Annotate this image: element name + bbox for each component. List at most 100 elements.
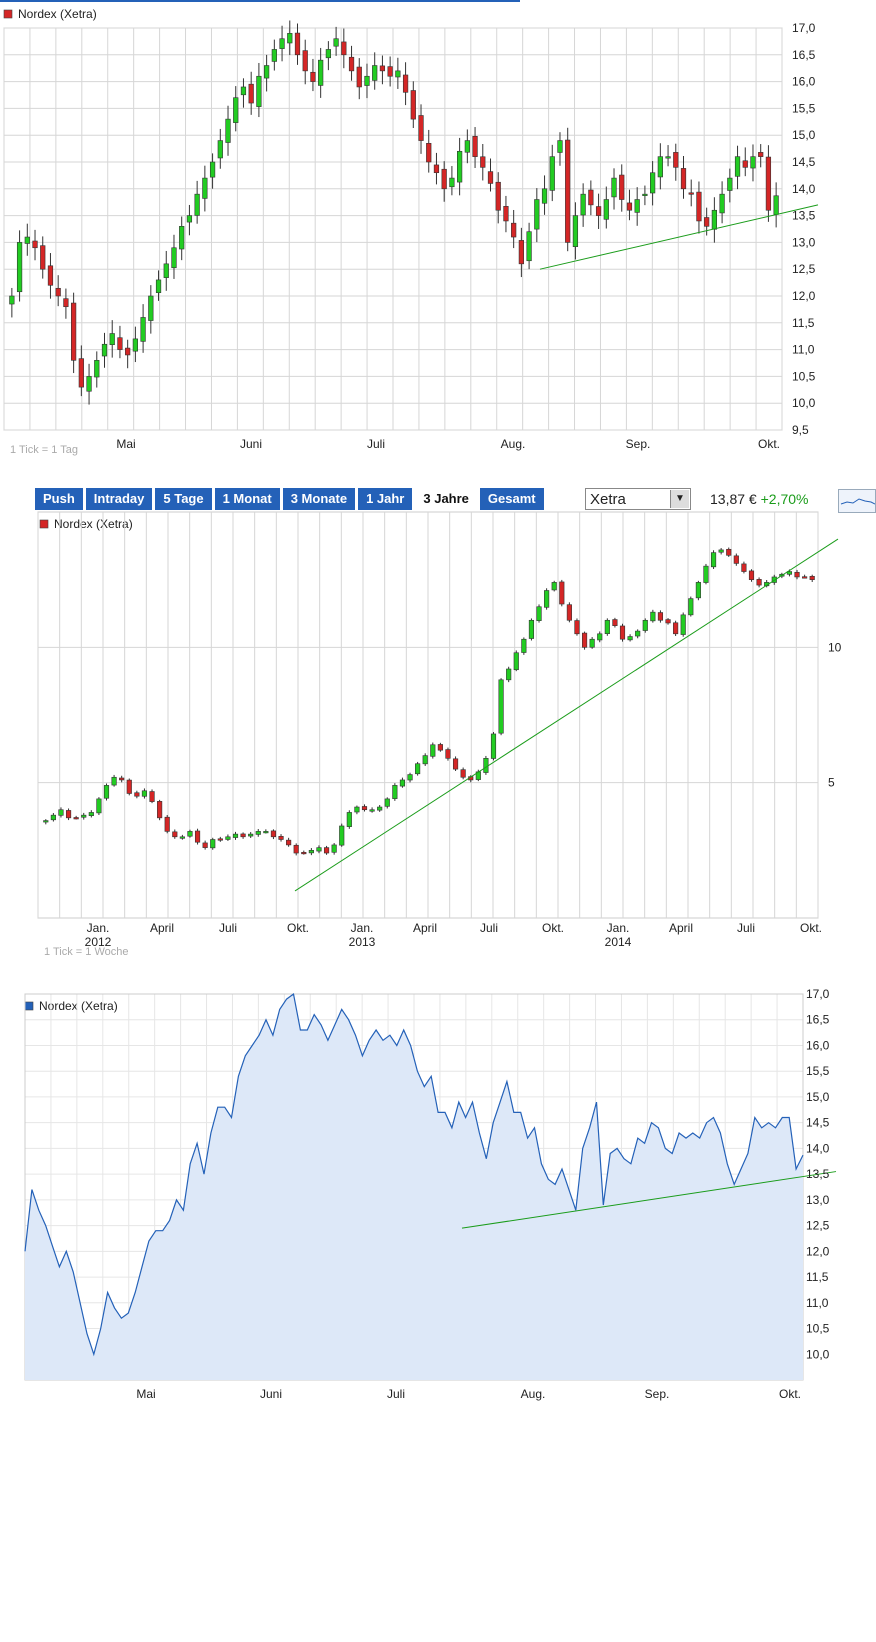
candle-body — [566, 604, 572, 621]
candle-body — [642, 193, 648, 196]
period-button-3-monate[interactable]: 3 Monate — [282, 488, 356, 510]
x-tick-label: Mai — [116, 437, 135, 451]
chevron-down-icon[interactable]: ▼ — [670, 490, 689, 508]
candle-body — [506, 668, 512, 681]
chart1-legend: Nordex (Xetra) — [18, 7, 97, 21]
candle-body — [559, 581, 565, 605]
candle-body — [278, 836, 284, 840]
candle-body — [194, 193, 200, 216]
trend-line — [294, 538, 839, 892]
candle-body — [157, 801, 163, 819]
candle-body — [119, 777, 125, 781]
x-tick-label: Okt. — [287, 921, 309, 935]
candle-body — [117, 337, 123, 350]
candle-body — [642, 619, 648, 631]
y-tick-label: 14,0 — [792, 182, 816, 196]
candle-body — [399, 779, 406, 787]
x-tick-label: Jan. — [87, 921, 110, 935]
candle-body — [480, 156, 486, 168]
y-tick-label: 12,0 — [806, 1244, 830, 1258]
y-tick-label: 11,5 — [806, 1270, 829, 1284]
x-tick-label: Aug. — [521, 1387, 546, 1401]
candle-body — [43, 820, 49, 823]
y-tick-label: 15,5 — [806, 1064, 830, 1078]
candle-body — [24, 236, 30, 244]
quote-change: +2,70% — [760, 491, 809, 507]
candle-body — [294, 32, 301, 56]
candle-body — [186, 215, 193, 223]
candle-body — [541, 188, 548, 204]
y-tick-label: 16,5 — [806, 1013, 830, 1027]
candle-body — [794, 571, 800, 578]
candle-body — [240, 833, 246, 838]
candle-body — [50, 814, 56, 821]
candle-body — [544, 590, 550, 608]
candle-body — [164, 816, 170, 832]
candle-body — [94, 360, 100, 378]
candle-body — [611, 177, 617, 198]
y-tick-label: 14,5 — [792, 155, 816, 169]
y-tick-label: 15,0 — [792, 128, 816, 142]
period-button-gesamt[interactable]: Gesamt — [479, 488, 544, 510]
candle-body — [734, 156, 741, 177]
x-tick-label: Juli — [480, 921, 498, 935]
candle-body — [323, 847, 330, 854]
y-tick-label: 12,0 — [792, 289, 816, 303]
chart2-legend: Nordex (Xetra) — [54, 517, 133, 531]
candle-body — [696, 191, 702, 222]
candle-body — [331, 844, 337, 853]
weekly-candlestick-chart: Nordex (Xetra) 10 5 Jan. April Juli Okt. Jan. A… — [0, 511, 876, 1002]
candle-body — [78, 358, 84, 388]
candle-body — [179, 226, 185, 250]
candle-body — [395, 70, 401, 78]
x-tick-label: Juli — [387, 1387, 405, 1401]
candle-body — [452, 758, 459, 770]
exchange-select[interactable]: Xetra ▼ — [585, 488, 691, 510]
candle-body — [521, 638, 527, 653]
candle-body — [348, 56, 355, 72]
candle-body — [597, 633, 603, 641]
candle-body — [387, 66, 393, 77]
period-button-5-tage[interactable]: 5 Tage — [155, 488, 212, 510]
candle-body — [472, 135, 478, 157]
x-tick-label: Okt. — [542, 921, 564, 935]
candle-body — [126, 779, 132, 794]
candle-body — [437, 744, 443, 751]
period-button-1-jahr[interactable]: 1 Jahr — [358, 488, 413, 510]
candle-body — [490, 733, 497, 759]
candle-body — [194, 830, 201, 843]
period-button-1-monat[interactable]: 1 Monat — [214, 488, 280, 510]
candle-body — [232, 833, 239, 838]
candle-body — [460, 769, 466, 778]
period-button-3-jahre[interactable]: 3 Jahre — [415, 488, 477, 510]
candle-body — [742, 160, 748, 168]
candle-body — [88, 812, 94, 816]
candle-body — [333, 38, 339, 47]
y-tick-label: 10,5 — [792, 369, 816, 383]
x-tick-label: Juni — [260, 1387, 282, 1401]
chart1-tick-note: 1 Tick = 1 Tag — [10, 444, 78, 456]
candle-body — [187, 831, 193, 837]
mini-chart-thumbnail[interactable] — [838, 489, 876, 513]
candle-body — [528, 619, 535, 639]
candle-body — [650, 172, 656, 194]
candle-body — [773, 195, 779, 215]
period-button-intraday[interactable]: Intraday — [85, 488, 153, 510]
candle-body — [379, 65, 386, 72]
candle-body — [765, 156, 772, 211]
period-button-push[interactable]: Push — [35, 488, 83, 510]
candle-body — [719, 193, 725, 214]
y-tick-label: 11,0 — [792, 343, 815, 357]
candle-body — [141, 790, 148, 797]
legend-square-icon — [39, 519, 49, 529]
candle-body — [557, 140, 563, 153]
candle-body — [495, 181, 501, 211]
candle-body — [364, 75, 370, 86]
candle-body — [202, 177, 208, 199]
candle-body — [302, 50, 308, 72]
candle-body — [526, 231, 532, 262]
candle-body — [635, 630, 641, 637]
y-tick-label: 16,5 — [792, 48, 816, 62]
candle-body — [619, 174, 625, 200]
x-tick-label: Aug. — [501, 437, 526, 451]
